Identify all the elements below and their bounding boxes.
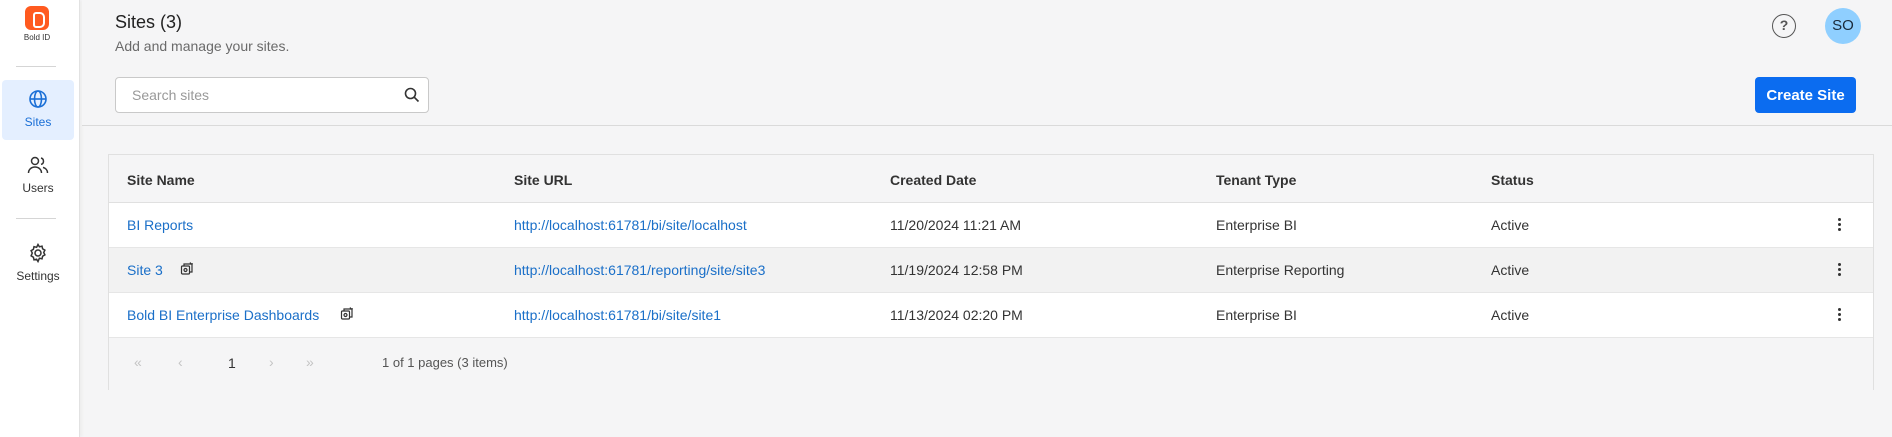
sidebar-item-label: Settings — [16, 269, 60, 283]
site-type-icon — [180, 262, 193, 275]
created-date: 11/13/2024 02:20 PM — [890, 307, 1023, 323]
pager: « ‹ 1 › » 1 of 1 pages (3 items) — [109, 338, 1873, 390]
sidebar-item-users[interactable]: Users — [2, 146, 74, 206]
previous-page-button[interactable]: ‹ — [178, 354, 183, 370]
page-title: Sites (3) — [115, 12, 183, 32]
sidebar-item-label: Users — [22, 181, 54, 195]
sidebar-item-settings[interactable]: Settings — [2, 234, 74, 294]
site-name-link[interactable]: Bold BI Enterprise Dashboards — [127, 307, 319, 323]
users-icon — [27, 156, 49, 174]
help-circle-icon[interactable]: ? — [1772, 14, 1796, 38]
bold-id-logo: Bold ID — [0, 6, 74, 42]
create-site-button[interactable]: Create Site — [1755, 77, 1856, 113]
column-header-status[interactable]: Status — [1491, 172, 1534, 188]
avatar[interactable]: SO — [1825, 8, 1861, 44]
search-box — [115, 77, 429, 113]
table-row: Bold BI Enterprise Dashboards http://loc… — [109, 293, 1873, 338]
status-text: Active — [1491, 307, 1530, 323]
search-icon[interactable] — [404, 87, 420, 103]
tenant-type: Enterprise BI — [1216, 217, 1297, 233]
globe-icon — [29, 90, 47, 108]
grid-header: Site Name Site URL Created Date Tenant T… — [109, 155, 1873, 203]
site-name-link[interactable]: BI Reports — [127, 217, 193, 233]
pager-info: 1 of 1 pages (3 items) — [382, 355, 508, 370]
table-row: BI Reports http://localhost:61781/bi/sit… — [109, 203, 1873, 248]
column-header-created-date[interactable]: Created Date — [890, 172, 976, 188]
next-page-button[interactable]: › — [269, 354, 274, 370]
tenant-type: Enterprise Reporting — [1216, 262, 1345, 278]
table-row: Site 3 http://localhost:61781/reporting/… — [109, 248, 1873, 293]
search-input[interactable] — [132, 78, 402, 112]
created-date: 11/20/2024 11:21 AM — [890, 217, 1022, 233]
sidebar-item-sites[interactable]: Sites — [2, 80, 74, 140]
last-page-button[interactable]: » — [306, 354, 314, 370]
site-url-link[interactable]: http://localhost:61781/reporting/site/si… — [514, 262, 765, 278]
sites-grid: Site Name Site URL Created Date Tenant T… — [108, 154, 1874, 390]
created-date: 11/19/2024 12:58 PM — [890, 262, 1023, 278]
column-header-site-name[interactable]: Site Name — [127, 172, 195, 188]
status-text: Active — [1491, 217, 1530, 233]
sidebar-divider — [16, 66, 56, 67]
column-header-tenant-type[interactable]: Tenant Type — [1216, 172, 1296, 188]
site-name-link[interactable]: Site 3 — [127, 262, 163, 278]
tenant-type: Enterprise BI — [1216, 307, 1297, 323]
sidebar-item-label: Sites — [24, 115, 52, 129]
more-options-icon[interactable] — [1836, 262, 1842, 280]
current-page-number[interactable]: 1 — [228, 355, 236, 371]
sidebar: Bold ID Sites Users Settings — [0, 0, 80, 437]
column-header-site-url[interactable]: Site URL — [514, 172, 572, 188]
logo-text: Bold ID — [23, 33, 51, 42]
bold-logo-icon — [25, 6, 49, 30]
more-options-icon[interactable] — [1836, 307, 1842, 325]
gear-icon — [30, 243, 46, 263]
page-subtitle: Add and manage your sites. — [115, 38, 290, 54]
sidebar-divider — [16, 218, 56, 219]
page-header: Sites (3) Add and manage your sites. ? S… — [82, 0, 1892, 126]
site-url-link[interactable]: http://localhost:61781/bi/site/site1 — [514, 307, 721, 323]
site-url-link[interactable]: http://localhost:61781/bi/site/localhost — [514, 217, 747, 233]
site-type-icon — [340, 307, 353, 320]
more-options-icon[interactable] — [1836, 217, 1842, 235]
first-page-button[interactable]: « — [134, 354, 142, 370]
status-text: Active — [1491, 262, 1530, 278]
